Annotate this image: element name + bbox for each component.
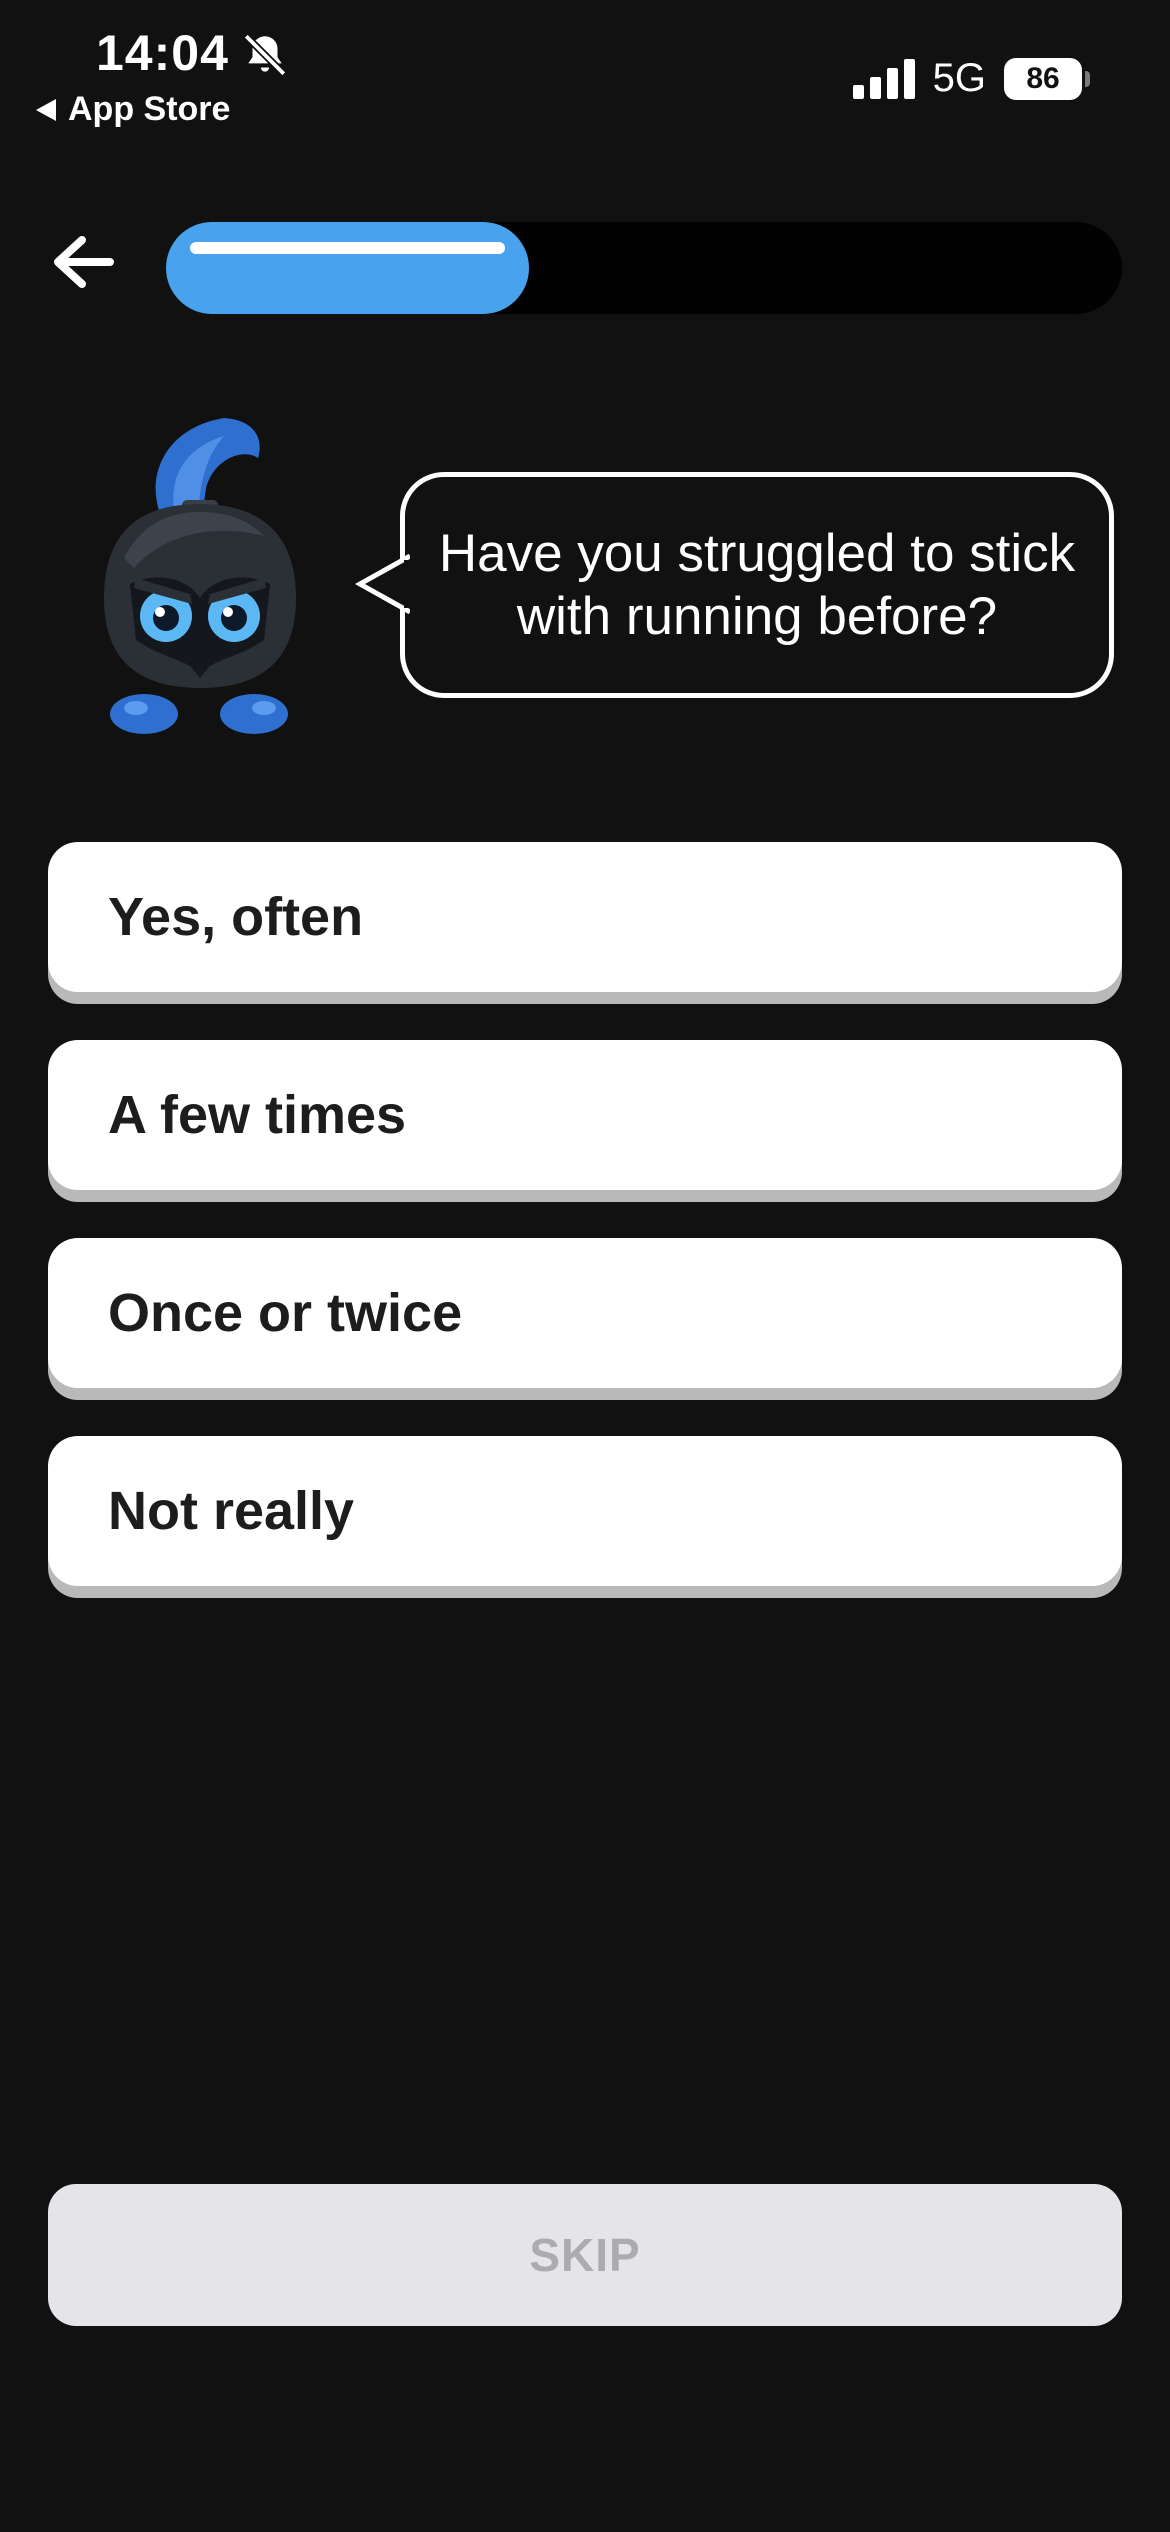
battery-tip bbox=[1085, 70, 1090, 87]
option-not-really[interactable]: Not really bbox=[48, 1436, 1122, 1586]
battery-level: 86 bbox=[1004, 57, 1082, 100]
progress-fill bbox=[166, 222, 529, 314]
spartan-helmet-mascot bbox=[104, 418, 296, 734]
option-label: Not really bbox=[108, 1481, 355, 1541]
back-to-app-label: App Store bbox=[68, 90, 231, 128]
battery-icon: 86 bbox=[1004, 57, 1090, 100]
question-text: Have you struggled to stick with running… bbox=[438, 524, 1076, 646]
option-label: A few times bbox=[108, 1085, 407, 1145]
speech-bubble-tail bbox=[354, 553, 410, 615]
network-type: 5G bbox=[932, 56, 986, 100]
progress-bar bbox=[166, 222, 1122, 314]
status-bar: 14:04 App Store 5G 86 bbox=[0, 0, 1170, 140]
option-label: Once or twice bbox=[108, 1283, 463, 1343]
status-time: 14:04 bbox=[96, 25, 229, 81]
option-yes-often[interactable]: Yes, often bbox=[48, 842, 1122, 992]
skip-label: SKIP bbox=[529, 2229, 641, 2281]
signal-bars-icon bbox=[852, 58, 915, 99]
speech-bubble: Have you struggled to stick with running… bbox=[400, 472, 1114, 698]
back-to-app-store[interactable]: App Store bbox=[36, 90, 230, 129]
progress-highlight bbox=[190, 242, 505, 254]
arrow-left-icon[interactable] bbox=[48, 232, 118, 292]
back-triangle-icon bbox=[36, 98, 56, 121]
status-indicators: 5G 86 bbox=[852, 56, 1090, 101]
bell-slash-icon bbox=[243, 33, 287, 77]
option-label: Yes, often bbox=[108, 887, 364, 947]
option-a-few-times[interactable]: A few times bbox=[48, 1040, 1122, 1190]
option-once-or-twice[interactable]: Once or twice bbox=[48, 1238, 1122, 1388]
skip-button[interactable]: SKIP bbox=[48, 2184, 1122, 2326]
